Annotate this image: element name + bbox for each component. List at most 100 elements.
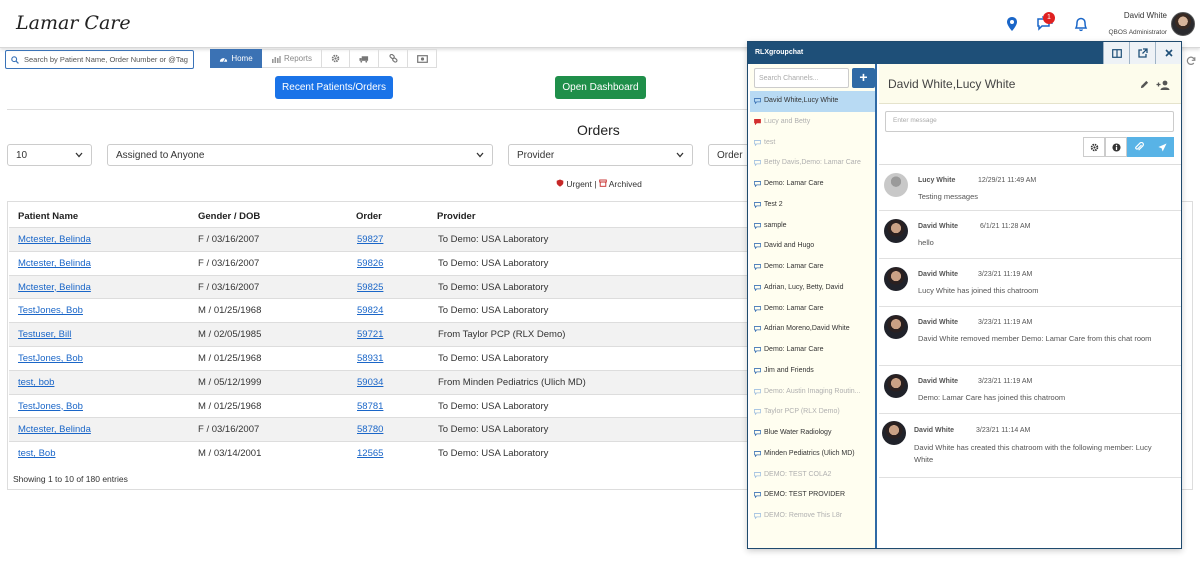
message-avatar[interactable] xyxy=(884,315,908,339)
order-number-link[interactable]: 58931 xyxy=(357,353,383,364)
table-row[interactable]: TestJones, Bob M / 01/25/1968 59824 To Demo… xyxy=(9,298,748,322)
channel-item[interactable]: Adrian, Lucy, Betty, David xyxy=(750,278,875,299)
bell-icon[interactable] xyxy=(1072,15,1090,33)
channel-item[interactable]: Adrian Moreno,David White xyxy=(750,319,875,340)
order-number-link[interactable]: 59824 xyxy=(357,305,383,316)
channel-item[interactable]: Demo: Lamar Care xyxy=(750,257,875,278)
channel-item[interactable]: Jim and Friends xyxy=(750,361,875,382)
close-chat-button[interactable] xyxy=(1155,42,1181,64)
assigned-value: Assigned to Anyone xyxy=(116,150,205,161)
order-number-link[interactable]: 59721 xyxy=(357,329,383,340)
channel-item[interactable]: DEMO: Remove This L8r xyxy=(750,506,875,527)
channel-item[interactable]: Taylor PCP (RLX Demo) xyxy=(750,402,875,423)
open-dashboard-button[interactable]: Open Dashboard xyxy=(555,76,646,99)
order-number-link[interactable]: 12565 xyxy=(357,448,383,459)
order-number-link[interactable]: 59827 xyxy=(357,234,383,245)
channel-item[interactable]: David White,Lucy White xyxy=(750,91,875,112)
channel-item[interactable]: Demo: Lamar Care xyxy=(750,299,875,320)
add-member-icon[interactable] xyxy=(1156,80,1170,90)
column-header-order[interactable]: Order xyxy=(356,211,382,222)
message-avatar[interactable] xyxy=(884,267,908,291)
table-row[interactable]: Mctester, Belinda F / 03/16/2007 58780 To D… xyxy=(9,417,748,442)
channel-item[interactable]: Blue Water Radiology xyxy=(750,423,875,444)
send-message-button[interactable] xyxy=(1151,137,1174,157)
popout-button[interactable] xyxy=(1129,42,1155,64)
tab-reports[interactable]: Reports xyxy=(262,49,322,68)
column-header-patient-name[interactable]: Patient Name xyxy=(18,211,78,222)
chat-settings-button[interactable] xyxy=(1083,137,1105,157)
assigned-select[interactable]: Assigned to Anyone xyxy=(107,144,493,166)
tab-settings[interactable] xyxy=(322,49,350,68)
channel-item[interactable]: Demo: Lamar Care xyxy=(750,174,875,195)
channel-item[interactable]: Demo: Lamar Care xyxy=(750,340,875,361)
refresh-icon[interactable] xyxy=(1186,53,1196,65)
channel-item[interactable]: DEMO: TEST COLA2 xyxy=(750,465,875,486)
channel-item[interactable]: test xyxy=(750,133,875,154)
channel-item[interactable]: sample xyxy=(750,216,875,237)
message-timestamp: 12/29/21 11:49 AM xyxy=(978,177,1037,184)
patient-search-input[interactable]: Search by Patient Name, Order Number or … xyxy=(5,50,194,69)
channel-item[interactable]: David and Hugo xyxy=(750,236,875,257)
tab-shipping[interactable] xyxy=(350,49,379,68)
channel-item[interactable]: Betty Davis,Demo: Lamar Care xyxy=(750,153,875,174)
chat-info-button[interactable] xyxy=(1105,137,1127,157)
provider-select[interactable]: Provider xyxy=(508,144,693,166)
message-avatar[interactable] xyxy=(884,173,908,197)
location-pin-icon[interactable] xyxy=(1003,15,1021,33)
order-number-link[interactable]: 58780 xyxy=(357,424,383,435)
app-logo[interactable]: Lamar Care xyxy=(16,12,131,34)
message-input[interactable]: Enter message xyxy=(885,111,1174,132)
table-row[interactable]: Mctester, Belinda F / 03/16/2007 59826 To D… xyxy=(9,250,748,275)
pencil-icon[interactable] xyxy=(1140,80,1149,89)
message-avatar[interactable] xyxy=(884,374,908,398)
chat-bubble-icon xyxy=(754,409,761,416)
channel-item[interactable]: Demo: Austin Imaging Routin... xyxy=(750,382,875,403)
message-timestamp: 3/23/21 11:19 AM xyxy=(978,271,1033,278)
table-row[interactable]: TestJones, Bob M / 01/25/1968 58931 To Demo… xyxy=(9,346,748,370)
order-number-link[interactable]: 59825 xyxy=(357,282,383,293)
message-avatar[interactable] xyxy=(882,421,906,445)
table-row[interactable]: Mctester, Belinda F / 03/16/2007 59825 To D… xyxy=(9,274,748,299)
user-name[interactable]: David White xyxy=(1124,11,1167,20)
user-avatar[interactable] xyxy=(1171,12,1195,36)
column-header-provider[interactable]: Provider xyxy=(437,211,476,222)
patient-name-link[interactable]: Mctester, Belinda xyxy=(18,282,91,293)
channel-search-input[interactable]: Search Channels... xyxy=(754,68,849,88)
tab-billing[interactable] xyxy=(408,49,437,68)
order-number-link[interactable]: 59034 xyxy=(357,377,383,388)
channel-item[interactable]: Lucy and Betty xyxy=(750,112,875,133)
patient-name-link[interactable]: Mctester, Belinda xyxy=(18,234,91,245)
split-view-button[interactable] xyxy=(1103,42,1129,64)
message-author: David White xyxy=(914,427,955,434)
channel-item[interactable]: Minden Pediatrics (Ulich MD) xyxy=(750,444,875,465)
archive-box-icon xyxy=(599,179,607,187)
add-channel-button[interactable]: + xyxy=(852,68,875,88)
tab-home[interactable]: Home xyxy=(210,49,262,68)
recent-patients-orders-button[interactable]: Recent Patients/Orders xyxy=(275,76,393,99)
patient-name-link[interactable]: Testuser, Bill xyxy=(18,329,71,340)
patient-name-link[interactable]: test, bob xyxy=(18,377,54,388)
table-row[interactable]: TestJones, Bob M / 01/25/1968 58781 To Demo… xyxy=(9,393,748,418)
tab-links[interactable] xyxy=(379,49,408,68)
order-number-link[interactable]: 58781 xyxy=(357,401,383,412)
provider-text: To Demo: USA Laboratory xyxy=(438,424,549,436)
table-row[interactable]: Mctester, Belinda F / 03/16/2007 59827 To D… xyxy=(9,227,748,251)
patient-name-link[interactable]: test, Bob xyxy=(18,448,56,459)
attach-file-button[interactable] xyxy=(1127,137,1151,157)
patient-name-link[interactable]: Mctester, Belinda xyxy=(18,424,91,435)
order-number-link[interactable]: 59826 xyxy=(357,258,383,269)
channel-name: Adrian Moreno,David White xyxy=(764,325,850,333)
patient-name-link[interactable]: Mctester, Belinda xyxy=(18,258,91,269)
column-header-gender-dob[interactable]: Gender / DOB xyxy=(198,211,260,222)
patient-name-link[interactable]: TestJones, Bob xyxy=(18,401,83,412)
page-size-select[interactable]: 10 xyxy=(7,144,92,166)
message-avatar[interactable] xyxy=(884,219,908,243)
patient-name-link[interactable]: TestJones, Bob xyxy=(18,353,83,364)
table-row[interactable]: Testuser, Bill M / 02/05/1985 59721 From Ta… xyxy=(9,322,748,346)
message-text: hello xyxy=(918,238,934,247)
patient-name-link[interactable]: TestJones, Bob xyxy=(18,305,83,316)
channel-item[interactable]: Test 2 xyxy=(750,195,875,216)
table-row[interactable]: test, bob M / 05/12/1999 59034 From Minden … xyxy=(9,369,748,394)
table-row[interactable]: test, Bob M / 03/14/2001 12565 To Demo: USA… xyxy=(9,441,748,465)
channel-item[interactable]: DEMO: TEST PROVIDER xyxy=(750,485,875,506)
